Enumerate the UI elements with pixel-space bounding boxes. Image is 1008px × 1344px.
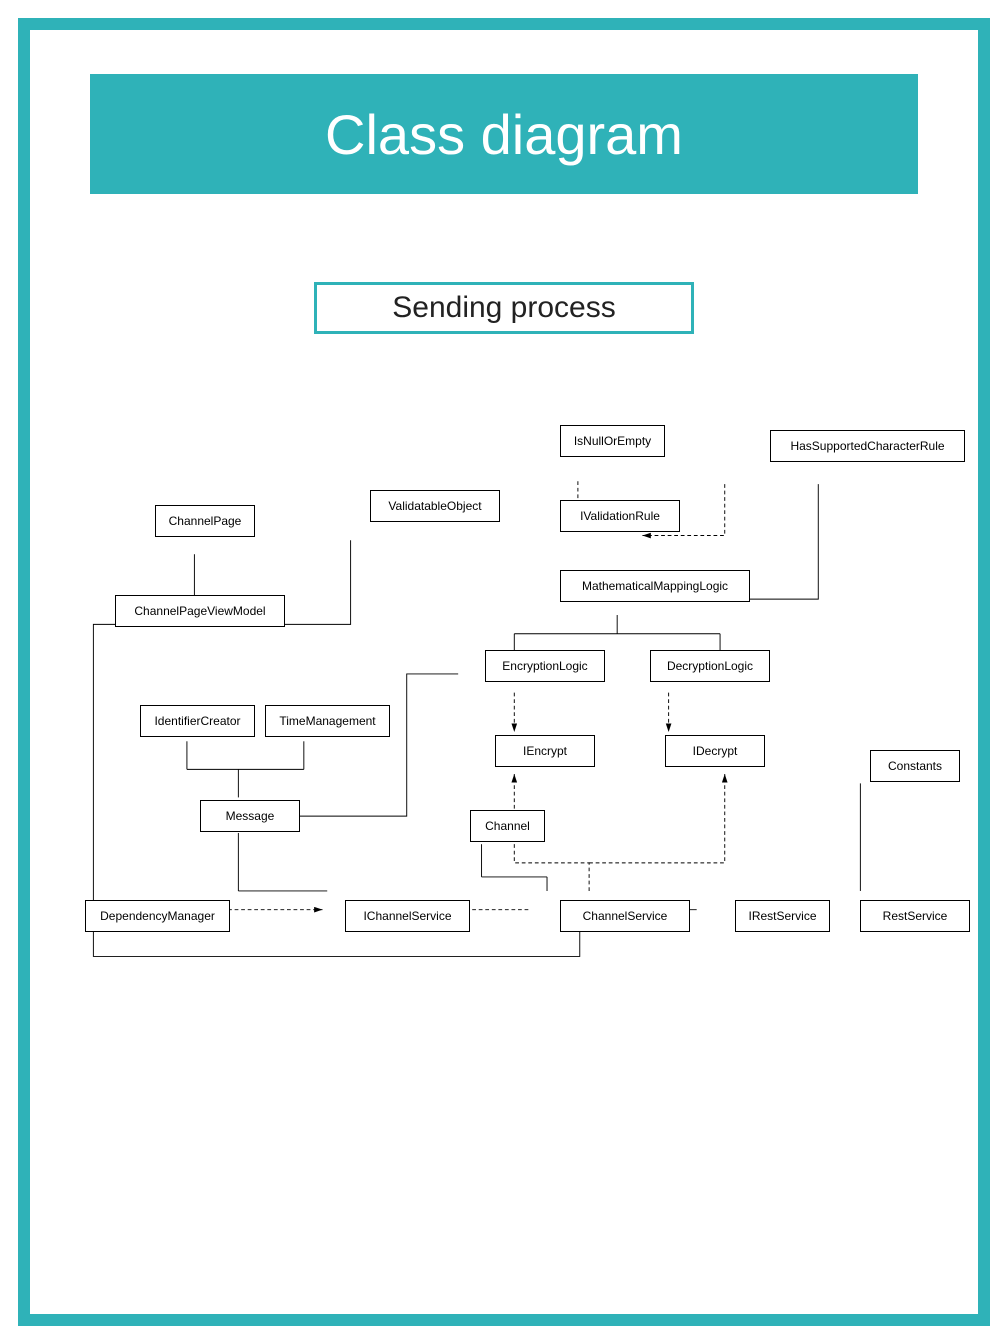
box-validatableobject: ValidatableObject: [370, 490, 500, 522]
box-mathematicalmappinglogic: MathematicalMappingLogic: [560, 570, 750, 602]
title-text: Class diagram: [325, 102, 683, 167]
box-encryptionlogic: EncryptionLogic: [485, 650, 605, 682]
box-message: Message: [200, 800, 300, 832]
subtitle-box: Sending process: [314, 282, 694, 334]
box-restservice: RestService: [860, 900, 970, 932]
title-bar: Class diagram: [90, 74, 918, 194]
box-constants: Constants: [870, 750, 960, 782]
box-ichannelservice: IChannelService: [345, 900, 470, 932]
box-idecrypt: IDecrypt: [665, 735, 765, 767]
box-timemanagement: TimeManagement: [265, 705, 390, 737]
diagram-area: IsNullOrEmpty HasSupportedCharacterRule …: [70, 410, 938, 1110]
box-ivalidationrule: IValidationRule: [560, 500, 680, 532]
subtitle-text: Sending process: [392, 291, 615, 325]
box-irestservice: IRestService: [735, 900, 830, 932]
box-channel: Channel: [470, 810, 545, 842]
box-dependencymanager: DependencyManager: [85, 900, 230, 932]
box-channelpage: ChannelPage: [155, 505, 255, 537]
box-identifiercreator: IdentifierCreator: [140, 705, 255, 737]
box-hassupportedcharacterrule: HasSupportedCharacterRule: [770, 430, 965, 462]
page-border: Class diagram Sending process: [18, 18, 990, 1326]
box-channelpageviewmodel: ChannelPageViewModel: [115, 595, 285, 627]
box-channelservice: ChannelService: [560, 900, 690, 932]
box-isnullorempty: IsNullOrEmpty: [560, 425, 665, 457]
box-iencrypt: IEncrypt: [495, 735, 595, 767]
box-decryptionlogic: DecryptionLogic: [650, 650, 770, 682]
